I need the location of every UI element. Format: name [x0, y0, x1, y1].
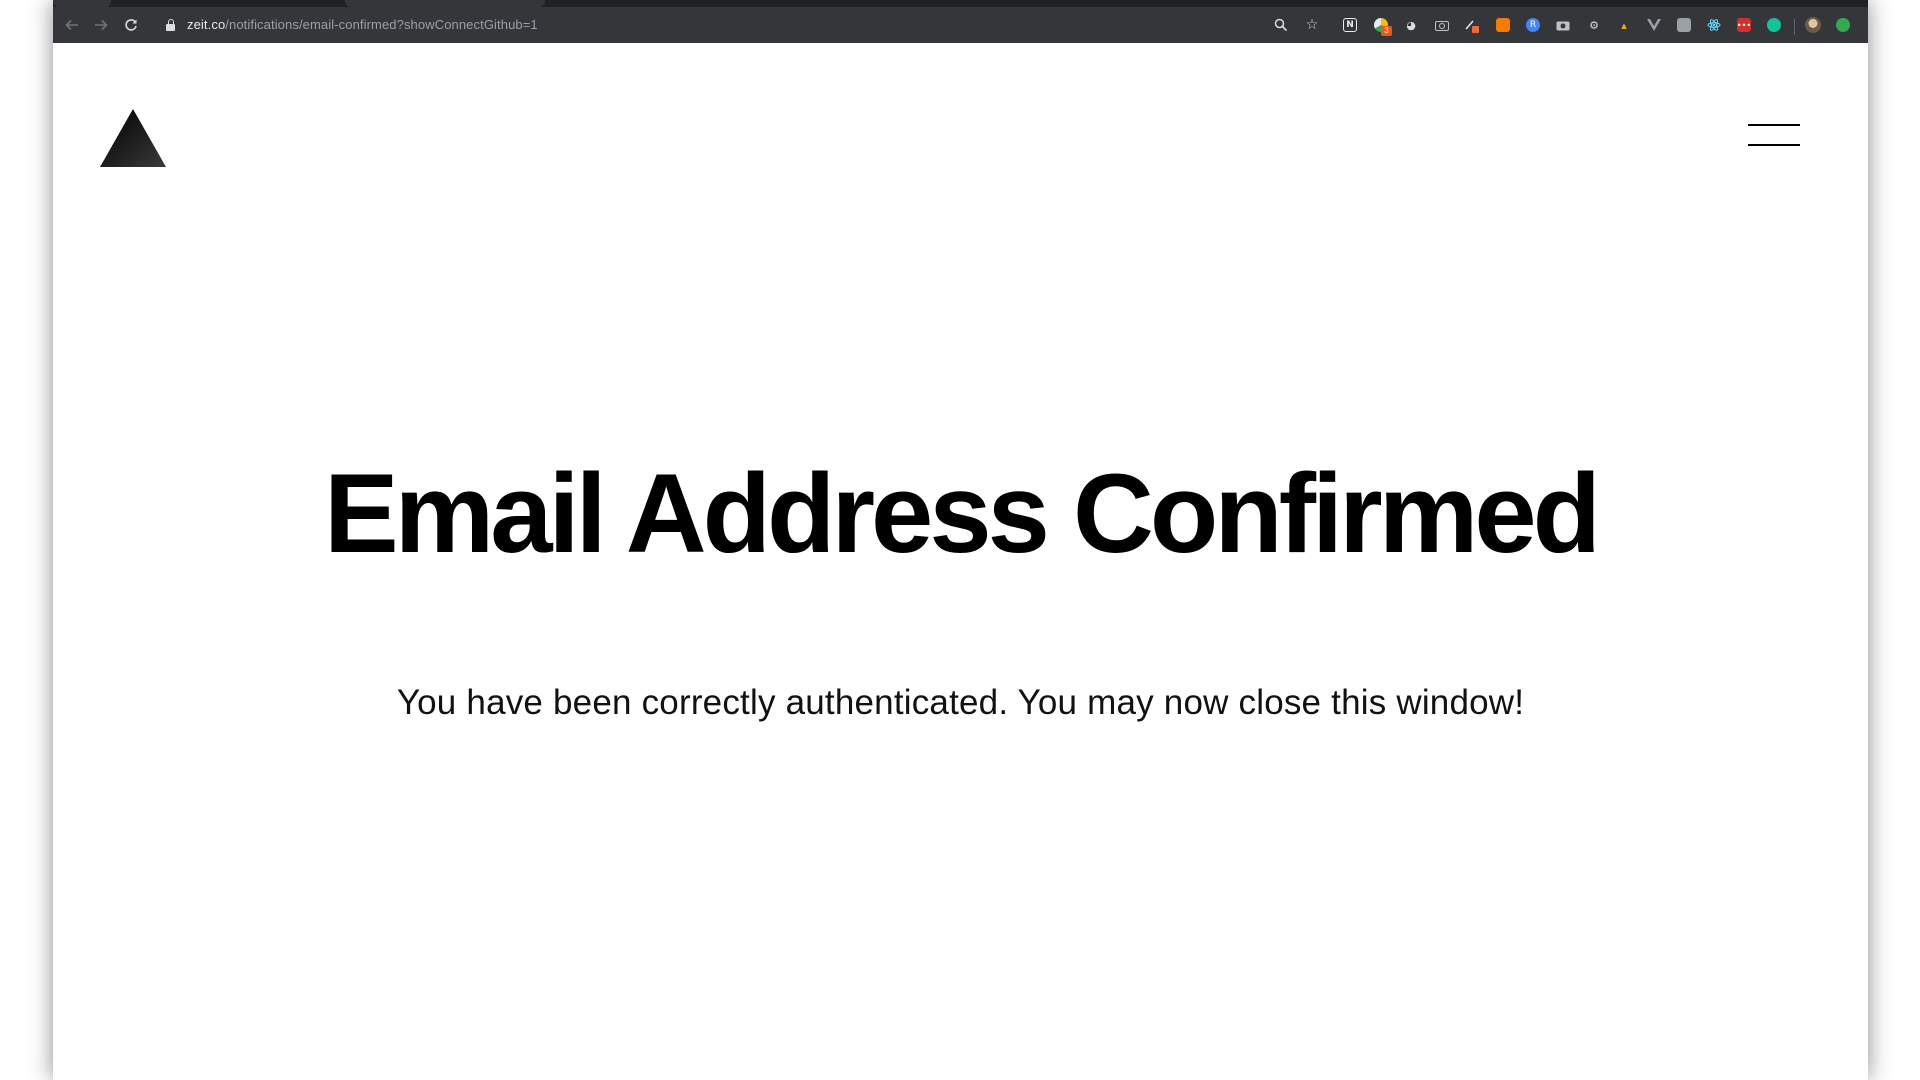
- camera-icon[interactable]: [1433, 16, 1451, 34]
- confirmation-message: You have been correctly authenticated. Y…: [396, 683, 1525, 722]
- tab-strip-edge: [53, 0, 111, 7]
- lastpass-icon[interactable]: •••: [1735, 16, 1753, 34]
- arrow-left-icon: [65, 19, 78, 31]
- tab-strip-edge: [345, 0, 545, 7]
- page-content: Email Address Confirmed You have been co…: [53, 43, 1868, 1080]
- star-icon[interactable]: ☆: [1302, 15, 1322, 35]
- notion-icon[interactable]: N: [1341, 16, 1359, 34]
- lock-icon[interactable]: [166, 19, 175, 31]
- browser-window: zeit.co/notifications/email-confirmed?sh…: [53, 0, 1868, 1080]
- page-title: Email Address Confirmed: [323, 451, 1601, 576]
- screenshot-icon[interactable]: [1554, 16, 1572, 34]
- ghost-icon[interactable]: ◕: [1402, 16, 1420, 34]
- update-icon[interactable]: [1834, 16, 1852, 34]
- reload-icon: [125, 19, 137, 31]
- zeit-triangle-logo-icon[interactable]: [100, 109, 166, 167]
- multi-color-extension-icon[interactable]: 3: [1372, 16, 1392, 36]
- grammarly-icon[interactable]: [1765, 16, 1783, 34]
- vue-icon[interactable]: [1645, 16, 1663, 34]
- address-bar[interactable]: zeit.co/notifications/email-confirmed?sh…: [187, 17, 538, 32]
- hamburger-menu-icon[interactable]: [1746, 119, 1802, 151]
- pen-extension-icon[interactable]: [1463, 16, 1481, 34]
- url-path: /notifications/email-confirmed?showConne…: [225, 17, 538, 32]
- profile-avatar-icon[interactable]: [1804, 16, 1822, 34]
- forward-button[interactable]: [89, 13, 113, 37]
- reload-button[interactable]: [119, 13, 143, 37]
- toolbar-divider: [1794, 19, 1795, 35]
- gear-icon[interactable]: ⚙: [1585, 16, 1603, 34]
- rss-icon[interactable]: [1494, 16, 1512, 34]
- url-host: zeit.co: [187, 17, 226, 32]
- r-extension-icon[interactable]: R: [1524, 16, 1542, 34]
- arrow-right-icon: [95, 19, 108, 31]
- react-icon[interactable]: [1705, 16, 1723, 34]
- zoom-icon[interactable]: [1271, 15, 1291, 35]
- back-button[interactable]: [60, 13, 84, 37]
- desktop-background: zeit.co/notifications/email-confirmed?sh…: [0, 0, 1920, 1080]
- bird-icon[interactable]: ▴: [1615, 16, 1633, 34]
- browser-toolbar: zeit.co/notifications/email-confirmed?sh…: [53, 0, 1868, 43]
- image-extension-icon[interactable]: [1675, 16, 1693, 34]
